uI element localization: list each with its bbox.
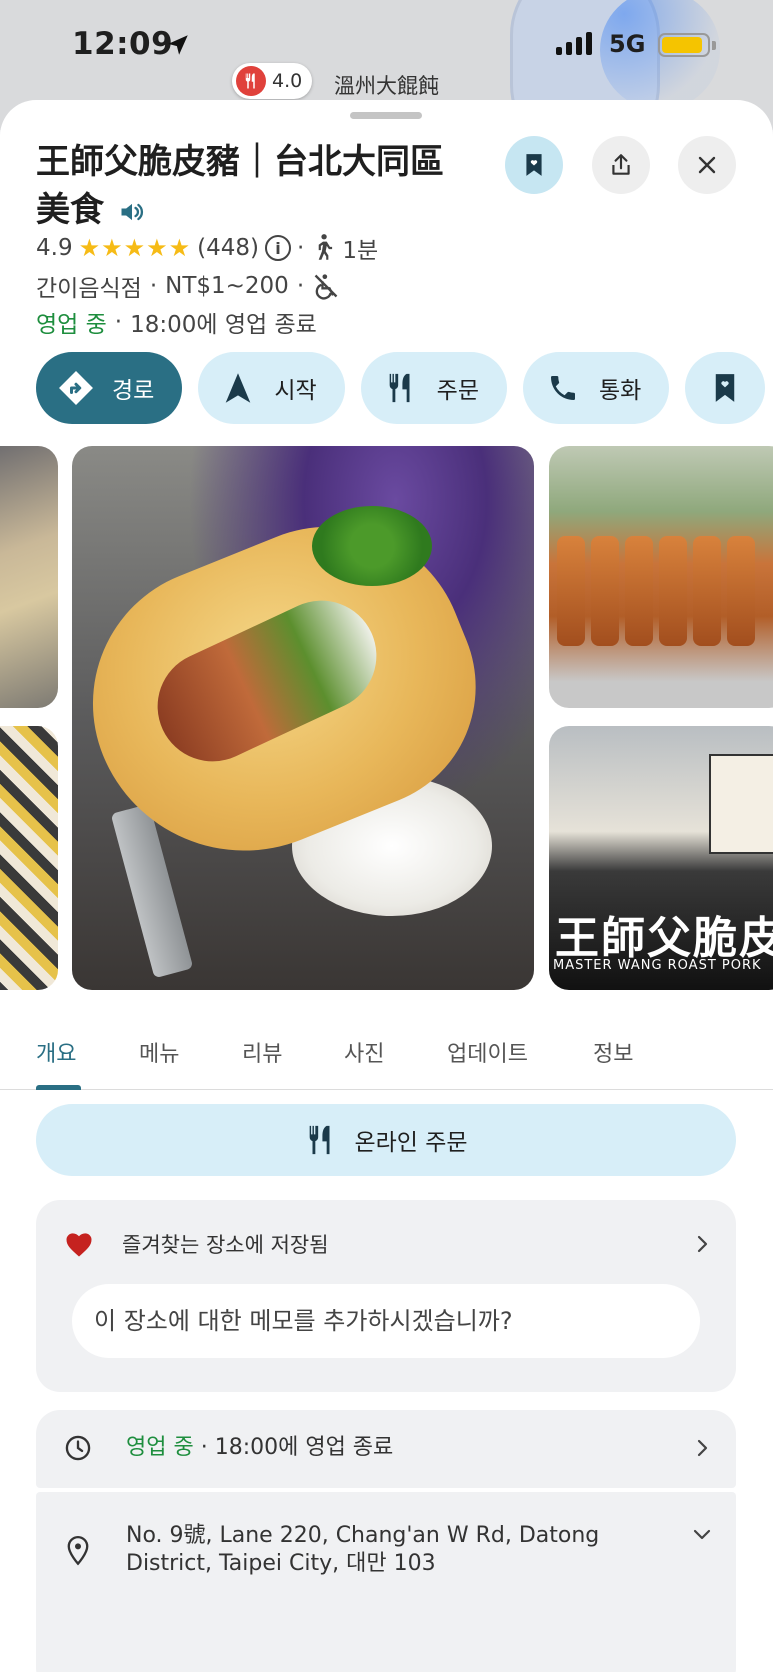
pork-strip [557, 536, 585, 646]
close-icon [698, 156, 716, 174]
location-pin-icon [67, 1536, 89, 1566]
online-order-label: 온라인 주문 [354, 1130, 468, 1156]
restaurant-pin-icon [236, 66, 266, 96]
note-input[interactable] [72, 1284, 700, 1358]
order-label: 주문 [436, 378, 479, 404]
map-place-label[interactable]: 溫州大餛飩 [334, 70, 439, 100]
phone-icon [545, 370, 581, 406]
photo-roast-pork[interactable] [549, 446, 773, 708]
close-button[interactable] [678, 136, 736, 194]
place-sheet: 王師父脆皮豬｜台北大同區美食 4.9 ★★★★★ (448) i · 1분 간이… [0, 100, 773, 1672]
share-icon [612, 154, 630, 175]
signal-icon [556, 32, 592, 55]
price-range: NT$1~200 [165, 273, 289, 299]
category-row: 간이음식점 · NT$1~200 · [36, 268, 340, 304]
chevron-right-icon [697, 1439, 708, 1457]
pork-strip [591, 536, 619, 646]
save-button[interactable] [505, 136, 563, 194]
place-title-text: 王師父脆皮豬｜台北大同區美食 [36, 142, 444, 230]
tab-updates[interactable]: 업데이트 [447, 1036, 528, 1068]
photo-interior-1[interactable] [0, 446, 58, 708]
separator: · [297, 235, 305, 261]
fork-knife-icon [310, 1125, 330, 1155]
directions-icon [58, 370, 94, 406]
chevron-down-icon [693, 1529, 711, 1540]
tab-reviews[interactable]: 리뷰 [242, 1036, 282, 1068]
tab-bar: 개요 메뉴 리뷰 사진 업데이트 정보 [0, 1022, 773, 1090]
network-type: 5G [609, 30, 646, 58]
heart-icon [66, 1233, 92, 1257]
start-label: 시작 [274, 378, 317, 404]
hours-open-status: 영업 중 [126, 1435, 194, 1460]
action-buttons: 경로 시작 주문 통화 [36, 352, 766, 424]
rating-row: 4.9 ★★★★★ (448) i · 1분 [36, 230, 378, 266]
navigation-arrow-icon [220, 370, 256, 406]
share-button[interactable] [592, 136, 650, 194]
hours-closing: · 18:00에 영업 종료 [200, 1435, 394, 1460]
directions-label: 경로 [112, 378, 155, 404]
store-sign-text: 王師父脆皮 [555, 913, 773, 964]
photo-sandwich[interactable] [72, 446, 534, 990]
online-order-button[interactable]: 온라인 주문 [36, 1104, 736, 1176]
place-title: 王師父脆皮豬｜台北大同區美食 [36, 138, 476, 234]
separator: · [149, 273, 158, 299]
order-button[interactable]: 주문 [360, 352, 507, 424]
closing-time: 18:00에 영업 종료 [130, 312, 317, 338]
tab-photos[interactable]: 사진 [344, 1036, 384, 1068]
walking-icon [319, 234, 333, 260]
battery-icon [658, 33, 710, 57]
status-time: 12:09 [72, 26, 174, 62]
hours-card[interactable]: 영업 중 · 18:00에 영업 종료 [36, 1410, 736, 1488]
pork-strip [625, 536, 653, 646]
not-wheelchair-accessible-icon [314, 274, 338, 300]
directions-button[interactable]: 경로 [36, 352, 183, 424]
speaker-icon[interactable] [118, 198, 146, 226]
fork-knife-icon [383, 370, 419, 406]
rating-stars: ★★★★★ [78, 234, 192, 262]
address-text: No. 9號, Lane 220, Chang'an W Rd, Datong … [126, 1523, 600, 1576]
tab-overview[interactable]: 개요 [36, 1036, 76, 1068]
location-arrow-icon [168, 35, 188, 55]
hours-text: 영업 중 · 18:00에 영업 종료 [126, 1434, 690, 1462]
store-sign-subtitle: MASTER WANG ROAST PORK [553, 958, 762, 973]
clock-icon [65, 1435, 91, 1461]
tab-about[interactable]: 정보 [593, 1036, 633, 1068]
map-place-pin[interactable]: 4.0 [232, 63, 313, 99]
separator: · [114, 309, 123, 335]
open-status: 영업 중 [36, 312, 107, 338]
start-button[interactable]: 시작 [198, 352, 345, 424]
saved-label: 즐겨찾는 장소에 저장됨 [122, 1233, 329, 1257]
photo-menu-board [709, 754, 773, 854]
category: 간이음식점 [36, 276, 142, 302]
photo-storefront[interactable]: 王師父脆皮 MASTER WANG ROAST PORK [549, 726, 773, 990]
call-label: 통화 [598, 378, 642, 404]
pork-strip [659, 536, 687, 646]
review-count[interactable]: (448) [197, 235, 259, 261]
photo-gallery: 王師父脆皮 MASTER WANG ROAST PORK [0, 446, 773, 990]
saved-card: 즐겨찾는 장소에 저장됨 [36, 1200, 736, 1392]
bookmark-icon [707, 370, 743, 406]
separator: · [296, 273, 305, 299]
hours-summary: 영업 중 · 18:00에 영업 종료 [36, 304, 317, 340]
address-card[interactable]: No. 9號, Lane 220, Chang'an W Rd, Datong … [36, 1492, 736, 1672]
battery-tip [712, 41, 716, 50]
photo-interior-2[interactable] [0, 726, 58, 990]
call-button[interactable]: 통화 [522, 352, 670, 424]
chevron-right-icon [697, 1235, 708, 1253]
active-tab-indicator [36, 1085, 81, 1090]
rating-value: 4.9 [36, 235, 73, 261]
save-action-button[interactable] [685, 352, 766, 424]
bookmark-heart-icon [526, 154, 542, 176]
walk-time: 1분 [342, 238, 379, 264]
info-icon[interactable]: i [265, 235, 292, 261]
pork-strip [693, 536, 721, 646]
tab-menu[interactable]: 메뉴 [139, 1036, 179, 1068]
map-pin-rating: 4.0 [272, 70, 303, 92]
address-row: No. 9號, Lane 220, Chang'an W Rd, Datong … [64, 1522, 714, 1578]
sheet-grabber[interactable] [350, 112, 422, 119]
photo-cilantro [312, 506, 432, 586]
pork-strip [727, 536, 755, 646]
hours-row: 영업 중 · 18:00에 영업 종료 [64, 1434, 714, 1462]
saved-list-row[interactable]: 즐겨찾는 장소에 저장됨 [64, 1224, 714, 1264]
